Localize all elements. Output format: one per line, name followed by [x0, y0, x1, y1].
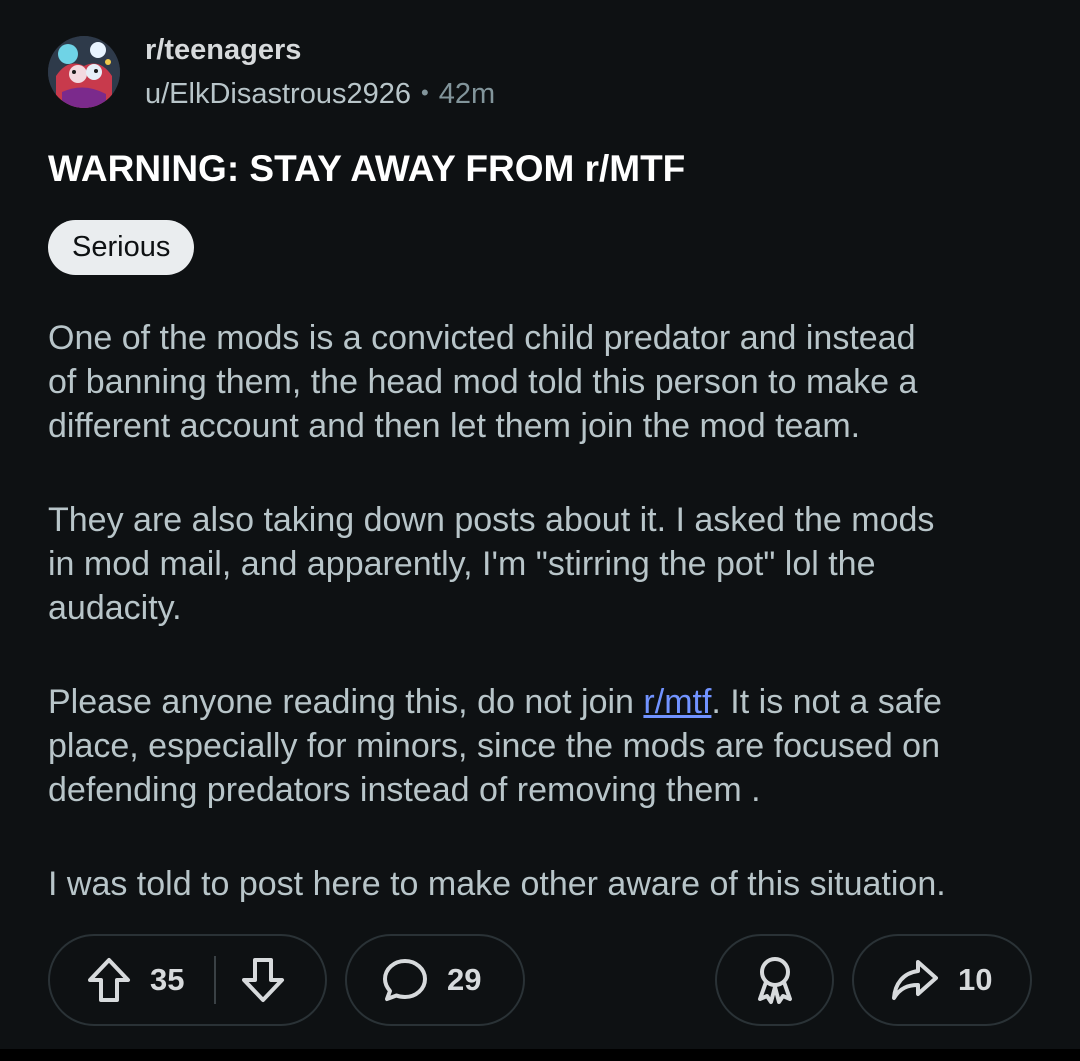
vote-score: 35	[150, 962, 185, 997]
subreddit-name[interactable]: r/teenagers	[145, 30, 301, 70]
upvote-arrow-icon	[88, 958, 130, 1002]
body-line: place, especially for minors, since the …	[48, 727, 941, 765]
post-title: WARNING: STAY AWAY FROM r/MTF	[48, 148, 686, 189]
body-line: They are also taking down posts about it…	[48, 501, 935, 539]
post-body: One of the mods is a convicted child pre…	[48, 316, 1048, 906]
share-button[interactable]: 10	[852, 934, 1032, 1026]
body-line: defending predators instead of removing …	[48, 771, 761, 809]
upvote-button[interactable]	[86, 956, 132, 1004]
post-screen: r/teenagers u/ElkDisastrous2926 • 42m WARN…	[0, 0, 1080, 1049]
share-arrow-icon	[892, 960, 938, 1000]
speech-bubble-icon	[383, 959, 427, 1001]
body-line: One of the mods is a convicted child pre…	[48, 319, 916, 357]
vote-bar: 35	[48, 934, 327, 1026]
post-age: 42m	[438, 78, 496, 110]
award-button[interactable]	[715, 934, 834, 1026]
avatar-illustration	[48, 36, 120, 108]
meta-separator: •	[420, 80, 429, 105]
author-username[interactable]: u/ElkDisastrous2926	[145, 78, 411, 110]
body-line: in mod mail, and apparently, I'm "stirri…	[48, 545, 876, 583]
comment-count: 29	[447, 962, 482, 997]
award-ribbon-icon	[757, 957, 792, 1004]
body-line: different account and then let them join…	[48, 407, 861, 445]
downvote-arrow-icon	[242, 958, 285, 1002]
share-icon-wrap	[890, 958, 940, 1002]
post-meta: u/ElkDisastrous2926 • 42m	[145, 73, 495, 114]
comments-button[interactable]: 29	[345, 934, 525, 1026]
body-line: audacity.	[48, 589, 182, 627]
body-line: Please anyone reading this, do not join …	[48, 680, 1048, 724]
subreddit-avatar[interactable]	[48, 36, 120, 108]
body-text: . It is not a safe	[711, 683, 942, 721]
body-line: of banning them, the head mod told this …	[48, 363, 918, 401]
subreddit-link[interactable]: r/mtf	[643, 683, 711, 721]
body-line: I was told to post here to make other aw…	[48, 865, 946, 903]
comment-icon-wrap	[381, 956, 429, 1004]
body-text: Please anyone reading this, do not join	[48, 683, 644, 721]
bottom-edge	[0, 1049, 1080, 1061]
vote-divider	[214, 956, 217, 1004]
post-flair[interactable]: Serious	[48, 220, 195, 275]
share-count: 10	[958, 962, 993, 997]
downvote-button[interactable]	[240, 956, 286, 1004]
